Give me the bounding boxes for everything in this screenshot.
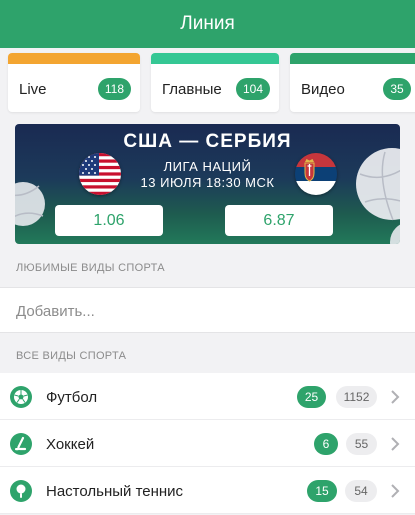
tab-video[interactable]: Видео 35 xyxy=(290,53,415,112)
app-header: Линия xyxy=(0,0,415,48)
total-count-badge: 54 xyxy=(345,480,377,502)
tab-count-badge: 35 xyxy=(383,78,411,100)
sports-list: Футбол 25 1152 Хоккей 6 55 Настольный те… xyxy=(0,373,415,514)
usa-flag-icon xyxy=(79,153,121,195)
tab-color-bar xyxy=(151,53,279,64)
tab-live[interactable]: Live 118 xyxy=(8,53,140,112)
chevron-right-icon xyxy=(391,437,400,451)
chevron-right-icon xyxy=(391,390,400,404)
page-title: Линия xyxy=(180,13,235,34)
tab-main[interactable]: Главные 104 xyxy=(151,53,279,112)
serbia-flag-icon xyxy=(295,153,337,195)
list-item-table-tennis[interactable]: Настольный теннис 15 54 xyxy=(0,467,415,514)
odd-team1-button[interactable]: 1.06 xyxy=(55,205,163,236)
hockey-stick-icon xyxy=(10,433,32,455)
tab-count-badge: 104 xyxy=(235,78,270,100)
add-favorite-label: Добавить... xyxy=(16,303,95,320)
list-item-hockey[interactable]: Хоккей 6 55 xyxy=(0,420,415,467)
table-tennis-icon xyxy=(10,480,32,502)
tab-label: Live xyxy=(19,81,47,98)
add-favorite-row[interactable]: Добавить... xyxy=(0,287,415,333)
list-item-football[interactable]: Футбол 25 1152 xyxy=(0,373,415,420)
sport-name: Футбол xyxy=(46,389,98,406)
soccer-ball-icon xyxy=(10,386,32,408)
favorites-section-title: ЛЮБИМЫЕ ВИДЫ СПОРТА xyxy=(16,262,165,274)
tab-color-bar xyxy=(8,53,140,64)
chevron-right-icon xyxy=(391,484,400,498)
match-banner[interactable]: США — СЕРБИЯ ЛИГА НАЦИЙ 13 ИЮЛЯ 18:30 МС… xyxy=(15,124,400,244)
sport-name: Настольный теннис xyxy=(46,483,184,500)
all-sports-section-title: ВСЕ ВИДЫ СПОРТА xyxy=(16,350,127,362)
odd-team2-button[interactable]: 6.87 xyxy=(225,205,333,236)
live-count-badge: 15 xyxy=(307,480,337,502)
total-count-badge: 55 xyxy=(346,433,377,455)
sport-name: Хоккей xyxy=(46,436,95,453)
tab-color-bar xyxy=(290,53,415,64)
tab-label: Главные xyxy=(162,81,222,98)
tab-count-badge: 118 xyxy=(97,78,131,100)
live-count-badge: 25 xyxy=(297,386,326,408)
category-tabs: Live 118 Главные 104 Видео 35 xyxy=(0,48,415,113)
league-name: ЛИГА НАЦИЙ xyxy=(163,159,252,174)
total-count-badge: 1152 xyxy=(336,386,377,408)
match-datetime: 13 ИЮЛЯ 18:30 МСК xyxy=(140,175,275,190)
live-count-badge: 6 xyxy=(314,433,338,455)
match-title: США — СЕРБИЯ xyxy=(123,131,292,152)
tab-label: Видео xyxy=(301,81,345,98)
